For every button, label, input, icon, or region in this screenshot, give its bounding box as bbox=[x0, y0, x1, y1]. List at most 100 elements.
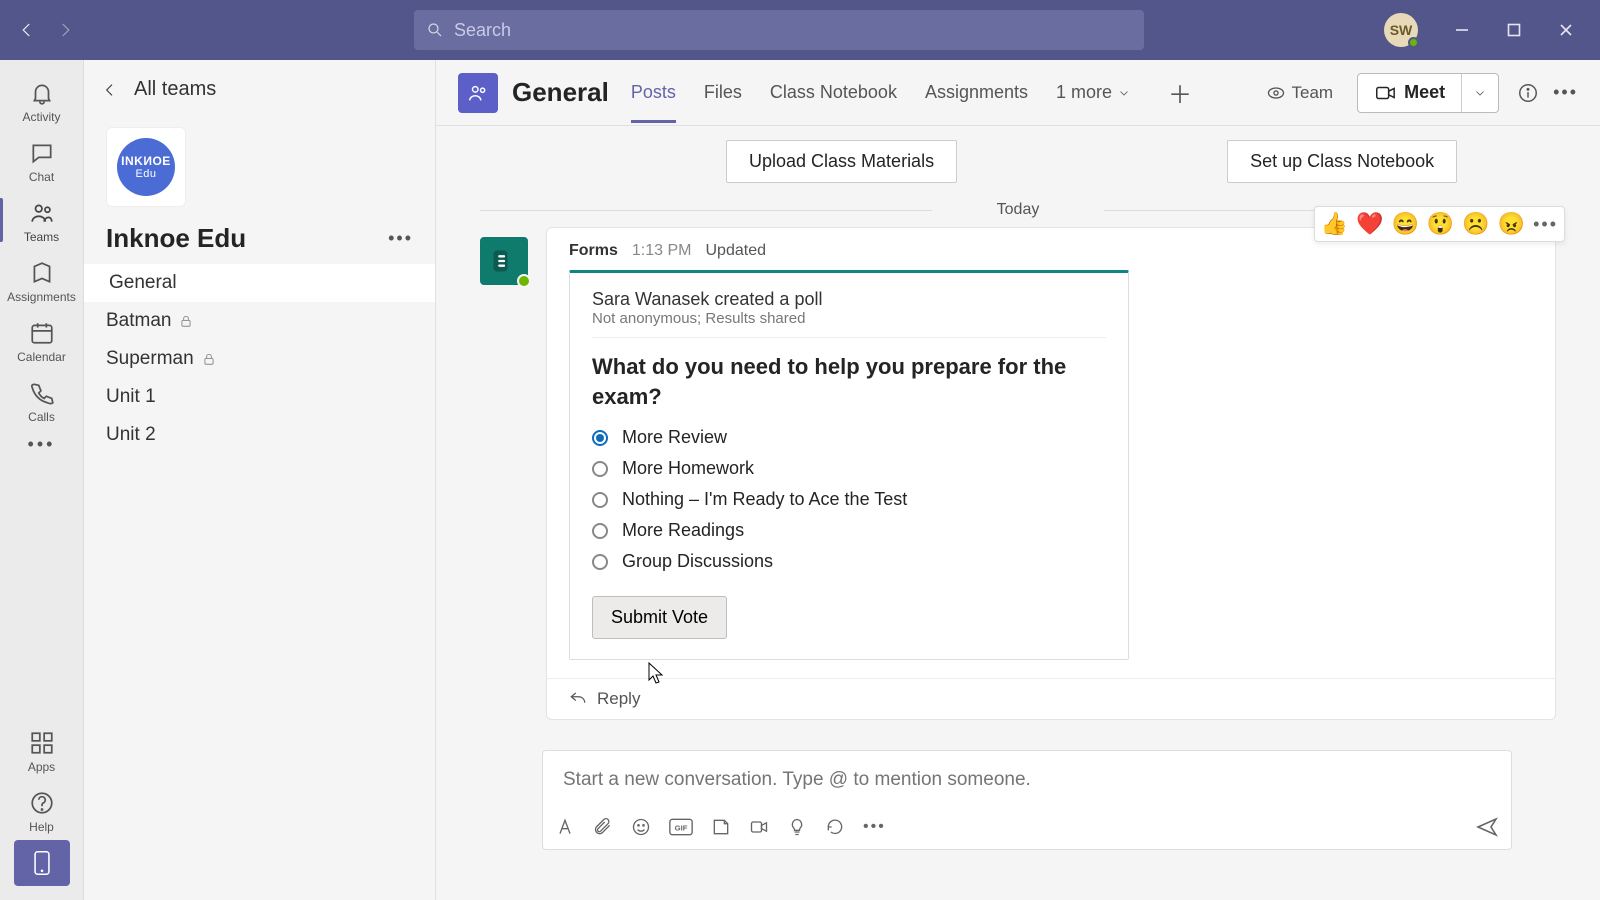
channel-header: General Posts Files Class Notebook Assig… bbox=[436, 60, 1600, 126]
reaction-angry[interactable]: 😠 bbox=[1498, 211, 1525, 237]
chat-icon bbox=[29, 140, 55, 166]
rail-apps[interactable]: Apps bbox=[0, 720, 83, 780]
channel-general[interactable]: General bbox=[84, 264, 435, 302]
rail-chat[interactable]: Chat bbox=[0, 130, 83, 190]
close-window-button[interactable] bbox=[1540, 4, 1592, 56]
reply-button[interactable]: Reply bbox=[547, 678, 1555, 719]
tab-class-notebook[interactable]: Class Notebook bbox=[770, 62, 897, 123]
forward-button[interactable] bbox=[46, 11, 84, 49]
lightbulb-icon bbox=[787, 817, 807, 837]
chevron-left-icon bbox=[102, 82, 118, 98]
team-visibility-button[interactable]: Team bbox=[1252, 77, 1348, 109]
reaction-laugh[interactable]: 😄 bbox=[1391, 211, 1418, 237]
channel-unit2[interactable]: Unit 2 bbox=[84, 416, 435, 454]
back-button[interactable] bbox=[8, 11, 46, 49]
eye-icon bbox=[1266, 83, 1286, 103]
reaction-more[interactable]: ••• bbox=[1533, 214, 1558, 235]
minimize-button[interactable] bbox=[1436, 4, 1488, 56]
team-logo[interactable]: INKИOE Edu bbox=[106, 127, 186, 207]
send-button[interactable] bbox=[1475, 815, 1499, 839]
poll-option-0[interactable]: More Review bbox=[592, 427, 1106, 448]
header-more-button[interactable]: ••• bbox=[1553, 82, 1578, 103]
poster-avatar bbox=[480, 237, 528, 285]
search-input[interactable] bbox=[452, 19, 1132, 42]
paperclip-icon bbox=[593, 817, 613, 837]
team-logo-subtext: Edu bbox=[135, 168, 156, 180]
poll-privacy: Not anonymous; Results shared bbox=[592, 310, 1106, 327]
quick-actions: Upload Class Materials Set up Class Note… bbox=[436, 126, 1600, 197]
assignments-icon bbox=[29, 260, 55, 286]
rail-help[interactable]: Help bbox=[0, 780, 83, 840]
meet-now-button[interactable] bbox=[749, 817, 769, 837]
search-icon bbox=[426, 21, 444, 39]
poll-option-4[interactable]: Group Discussions bbox=[592, 551, 1106, 572]
gif-icon: GIF bbox=[669, 817, 693, 837]
more-icon: ••• bbox=[28, 434, 56, 455]
user-avatar[interactable]: SW bbox=[1384, 13, 1418, 47]
radio-icon bbox=[592, 461, 608, 477]
submit-vote-button[interactable]: Submit Vote bbox=[592, 596, 727, 639]
all-teams-link[interactable]: All teams bbox=[84, 68, 435, 111]
radio-icon bbox=[592, 430, 608, 446]
tab-posts[interactable]: Posts bbox=[631, 62, 676, 123]
option-label: Nothing – I'm Ready to Ace the Test bbox=[622, 489, 907, 510]
attach-button[interactable] bbox=[593, 817, 613, 837]
rail-more[interactable]: ••• bbox=[0, 430, 83, 461]
meet-dropdown-button[interactable] bbox=[1462, 79, 1498, 107]
poll-option-3[interactable]: More Readings bbox=[592, 520, 1106, 541]
reaction-like[interactable]: 👍 bbox=[1321, 211, 1348, 237]
poll-option-2[interactable]: Nothing – I'm Ready to Ace the Test bbox=[592, 489, 1106, 510]
meet-main-button[interactable]: Meet bbox=[1358, 74, 1462, 112]
reaction-surprised[interactable]: 😲 bbox=[1427, 211, 1454, 237]
emoji-button[interactable] bbox=[631, 817, 651, 837]
rail-activity[interactable]: Activity bbox=[0, 70, 83, 130]
tab-more[interactable]: 1 more bbox=[1056, 62, 1130, 123]
lock-icon bbox=[202, 352, 216, 366]
calendar-icon bbox=[29, 320, 55, 346]
reply-label: Reply bbox=[597, 689, 640, 709]
post: 👍 ❤️ 😄 😲 ☹️ 😠 ••• Forms 1:13 PM Updated … bbox=[436, 227, 1600, 720]
tab-files[interactable]: Files bbox=[704, 62, 742, 123]
rail-calls[interactable]: Calls bbox=[0, 370, 83, 430]
user-initials: SW bbox=[1390, 22, 1413, 38]
upload-class-materials-button[interactable]: Upload Class Materials bbox=[726, 140, 957, 183]
rail-mobile-button[interactable] bbox=[14, 840, 70, 886]
app-rail: Activity Chat Teams Assignments Calendar… bbox=[0, 60, 84, 900]
rail-teams[interactable]: Teams bbox=[0, 190, 83, 250]
channel-sidebar: All teams INKИOE Edu Inknoe Edu ••• Gene… bbox=[84, 60, 436, 900]
channel-superman[interactable]: Superman bbox=[84, 340, 435, 378]
poll-card: Sara Wanasek created a poll Not anonymou… bbox=[569, 270, 1129, 660]
rail-label: Assignments bbox=[7, 290, 76, 304]
gif-button[interactable]: GIF bbox=[669, 817, 693, 837]
sticker-button[interactable] bbox=[711, 817, 731, 837]
option-label: Group Discussions bbox=[622, 551, 773, 572]
chevron-down-icon bbox=[1474, 87, 1486, 99]
format-button[interactable] bbox=[555, 817, 575, 837]
team-header: Inknoe Edu ••• bbox=[84, 217, 435, 264]
info-button[interactable] bbox=[1517, 82, 1539, 104]
composer-input[interactable] bbox=[543, 751, 1511, 809]
option-label: More Readings bbox=[622, 520, 744, 541]
composer-more[interactable]: ••• bbox=[863, 818, 886, 836]
maximize-button[interactable] bbox=[1488, 4, 1540, 56]
channel-batman[interactable]: Batman bbox=[84, 302, 435, 340]
post-updated: Updated bbox=[706, 242, 767, 260]
search-bar[interactable] bbox=[414, 10, 1144, 50]
praise-button[interactable] bbox=[787, 817, 807, 837]
rail-label: Chat bbox=[29, 170, 54, 184]
team-more-button[interactable]: ••• bbox=[388, 228, 413, 249]
rail-assignments[interactable]: Assignments bbox=[0, 250, 83, 310]
rail-calendar[interactable]: Calendar bbox=[0, 310, 83, 370]
reply-icon bbox=[569, 690, 587, 708]
reaction-heart[interactable]: ❤️ bbox=[1356, 211, 1383, 237]
reaction-sad[interactable]: ☹️ bbox=[1462, 211, 1489, 237]
add-tab-button[interactable]: ＋ bbox=[1168, 75, 1192, 110]
poll-option-1[interactable]: More Homework bbox=[592, 458, 1106, 479]
tab-assignments[interactable]: Assignments bbox=[925, 62, 1028, 123]
chevron-down-icon bbox=[1118, 87, 1130, 99]
setup-class-notebook-button[interactable]: Set up Class Notebook bbox=[1227, 140, 1457, 183]
team-logo-text: INKИOE bbox=[121, 154, 171, 168]
channel-unit1[interactable]: Unit 1 bbox=[84, 378, 435, 416]
video-icon bbox=[1374, 82, 1396, 104]
loop-button[interactable] bbox=[825, 817, 845, 837]
